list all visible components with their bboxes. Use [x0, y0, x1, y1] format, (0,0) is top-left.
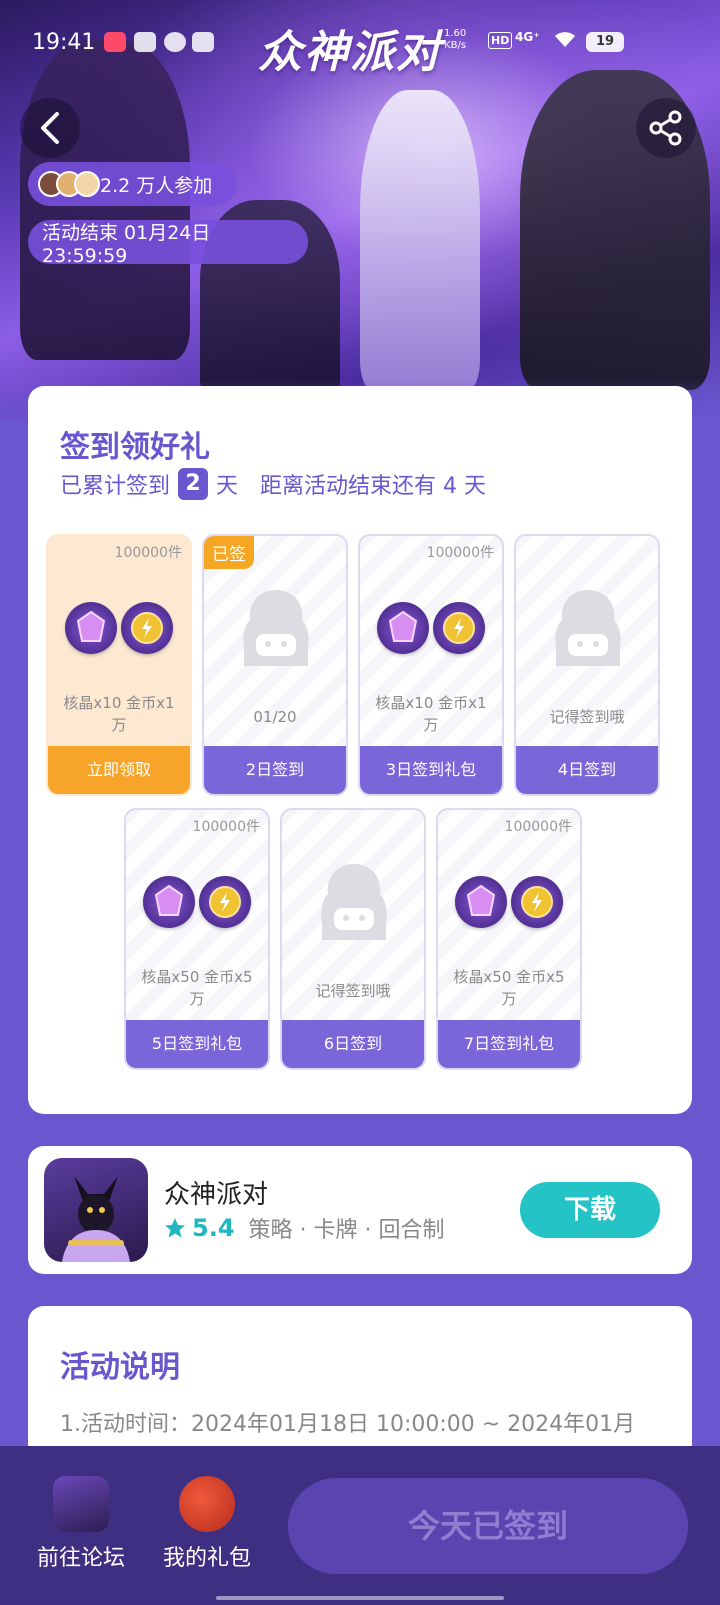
gifts-label: 我的礼包 — [162, 1546, 251, 1571]
hero-character-center — [360, 90, 480, 390]
crystal-icon — [65, 602, 117, 654]
hd-icon: HD — [488, 32, 513, 49]
rating-score: 5.4 — [192, 1214, 235, 1242]
hero-banner: 19:41 1.60 KB/s HD 4G⁺ 19 众神派对 2.2 万人参加 … — [0, 0, 720, 420]
signin-reminder: 记得签到哦 — [549, 708, 625, 726]
app-icon[interactable] — [44, 1158, 148, 1262]
signin-card: 签到领好礼 已累计签到 2 天 距离活动结束还有 4 天 100000件 核晶x… — [28, 386, 692, 1114]
app-notification-icon — [134, 32, 156, 52]
gold-coin-icon — [121, 602, 173, 654]
game-logo: 众神派对 — [258, 27, 442, 78]
gift-mascot-icon — [179, 1476, 235, 1532]
signin-day-6[interactable]: 记得签到哦 6日签到 — [280, 808, 426, 1070]
signin-day-3[interactable]: 100000件 核晶x10 金币x1万 3日签到礼包 — [358, 534, 504, 796]
signin-day-5[interactable]: 100000件 核晶x50 金币x5万 5日签到礼包 — [124, 808, 270, 1070]
gold-coin-icon — [199, 876, 251, 928]
gold-coin-icon — [433, 602, 485, 654]
download-button[interactable]: 下载 — [520, 1182, 660, 1238]
app-notification-icon — [104, 32, 126, 52]
day-label[interactable]: 5日签到礼包 — [126, 1020, 268, 1068]
day-label[interactable]: 4日签到 — [516, 746, 658, 794]
avatar — [74, 171, 100, 197]
reward-quantity: 100000件 — [114, 545, 182, 561]
signed-days-count: 2 — [178, 468, 209, 500]
app-tags: 策略 · 卡牌 · 回合制 — [248, 1218, 445, 1243]
anubis-icon — [62, 1176, 130, 1262]
crystal-icon — [455, 876, 507, 928]
reward-description: 核晶x10 金币x1万 — [63, 694, 175, 734]
participant-avatars — [38, 171, 100, 197]
home-indicator — [216, 1596, 504, 1600]
signin-remaining: 距离活动结束还有 4 天 — [260, 474, 487, 499]
gold-coin-icon — [511, 876, 563, 928]
signin-day-2[interactable]: 已签 01/20 2日签到 — [202, 534, 348, 796]
reward-quantity: 100000件 — [426, 545, 494, 561]
reward-quantity: 100000件 — [504, 819, 572, 835]
activity-end-time: 活动结束 01月24日 23:59:59 — [28, 220, 308, 267]
app-notification-icon — [192, 32, 214, 52]
participants-count: 2.2 万人参加 — [100, 174, 213, 197]
day-label[interactable]: 7日签到礼包 — [438, 1020, 580, 1068]
placeholder-avatar-icon — [321, 864, 387, 940]
participants-badge: 2.2 万人参加 — [28, 162, 236, 206]
day-label[interactable]: 2日签到 — [204, 746, 346, 794]
signin-day-4[interactable]: 记得签到哦 4日签到 — [514, 534, 660, 796]
status-time: 19:41 — [32, 30, 96, 55]
star-icon — [165, 1218, 185, 1238]
signin-day-7[interactable]: 100000件 核晶x50 金币x5万 7日签到礼包 — [436, 808, 582, 1070]
chevron-left-icon — [41, 112, 59, 144]
signed-today-button[interactable]: 今天已签到 — [288, 1478, 688, 1574]
placeholder-avatar-icon — [555, 590, 621, 666]
placeholder-avatar-icon — [243, 590, 309, 666]
signin-day-1[interactable]: 100000件 核晶x10 金币x1万 立即领取 — [46, 534, 192, 796]
signin-reminder: 记得签到哦 — [315, 982, 391, 1000]
back-button[interactable] — [20, 98, 80, 158]
reward-description: 核晶x50 金币x5万 — [141, 968, 253, 1008]
app-info-card[interactable]: 众神派对 5.4 策略 · 卡牌 · 回合制 下载 — [28, 1146, 692, 1274]
my-gifts-button[interactable]: 我的礼包 — [152, 1476, 262, 1572]
reward-description: 核晶x50 金币x5万 — [453, 968, 565, 1008]
battery-icon: 19 — [586, 32, 624, 52]
crystal-icon — [143, 876, 195, 928]
app-name: 众神派对 — [164, 1180, 269, 1210]
forum-icon — [53, 1476, 109, 1532]
app-notification-icon — [164, 32, 186, 52]
reward-description: 核晶x10 金币x1万 — [375, 694, 487, 734]
day-label[interactable]: 6日签到 — [282, 1020, 424, 1068]
share-icon — [649, 110, 682, 146]
wifi-icon — [554, 30, 576, 53]
day-label[interactable]: 3日签到礼包 — [360, 746, 502, 794]
signin-stats: 已累计签到 2 天 距离活动结束还有 4 天 — [60, 468, 486, 500]
forum-label: 前往论坛 — [36, 1546, 125, 1571]
claim-button[interactable]: 立即领取 — [48, 746, 190, 794]
signin-title: 签到领好礼 — [60, 430, 210, 465]
signed-tag: 已签 — [204, 536, 254, 569]
crystal-icon — [377, 602, 429, 654]
forum-button[interactable]: 前往论坛 — [26, 1476, 136, 1572]
signin-stats-prefix: 已累计签到 — [60, 474, 171, 499]
bottom-action-bar: 前往论坛 我的礼包 今天已签到 — [0, 1446, 720, 1605]
reward-quantity: 100000件 — [192, 819, 260, 835]
share-button[interactable] — [636, 98, 696, 158]
signal-icon: 4G⁺ — [515, 30, 540, 44]
signin-date: 01/20 — [253, 708, 297, 726]
app-rating: 5.4 策略 · 卡牌 · 回合制 — [164, 1212, 444, 1244]
signin-stats-unit: 天 — [216, 474, 239, 499]
description-line: 1.活动时间：2024年01月18日 10:00:00 ~ 2024年01月 — [60, 1412, 636, 1437]
description-title: 活动说明 — [60, 1350, 180, 1385]
